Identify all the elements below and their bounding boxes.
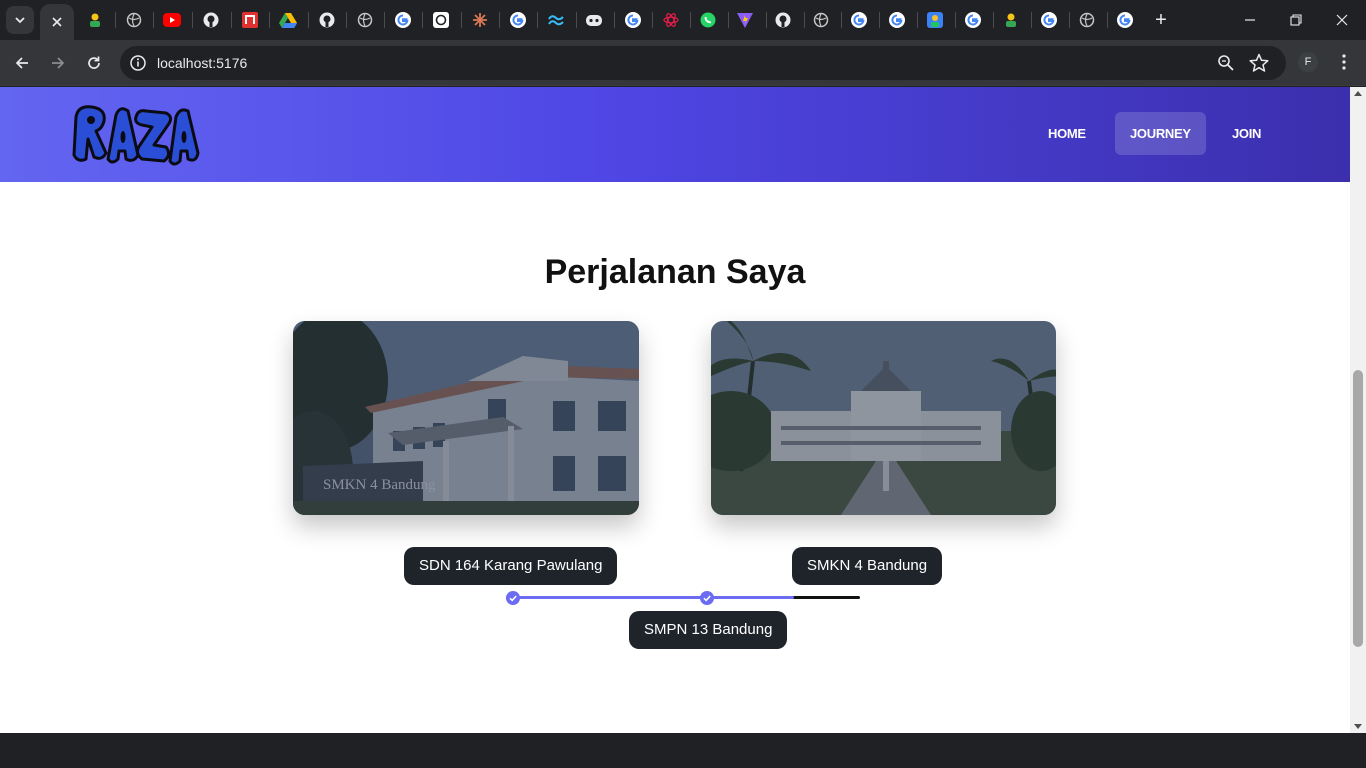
menu-kebab-icon[interactable]: [1334, 51, 1354, 73]
bot-icon[interactable]: [585, 11, 603, 29]
scroll-up-arrow-icon[interactable]: [1354, 91, 1362, 96]
tailwind-icon[interactable]: [547, 11, 565, 29]
gedung-sate-photo: [711, 321, 1056, 515]
timeline-label-sdn164[interactable]: SDN 164 Karang Pawulang: [404, 547, 618, 585]
google-icon[interactable]: [624, 11, 642, 29]
address-bar[interactable]: localhost:5176: [120, 46, 1286, 80]
zoom-icon[interactable]: [1216, 53, 1236, 73]
scrollbar-thumb[interactable]: [1353, 370, 1363, 647]
person-icon[interactable]: [926, 11, 944, 29]
profile-avatar[interactable]: F: [1298, 52, 1318, 72]
active-tab[interactable]: [40, 4, 74, 40]
close-icon[interactable]: [52, 17, 62, 27]
globe-icon[interactable]: [812, 11, 830, 29]
minimize-icon[interactable]: [1238, 8, 1262, 32]
react-icon[interactable]: [662, 11, 680, 29]
youtube-icon[interactable]: [163, 11, 181, 29]
google-icon[interactable]: [888, 11, 906, 29]
google-icon[interactable]: [964, 11, 982, 29]
raza-logo[interactable]: [70, 103, 202, 169]
school-building-photo: SMKN 4 Bandung: [293, 321, 639, 515]
github-icon[interactable]: [202, 11, 220, 29]
google-icon[interactable]: [509, 11, 527, 29]
claude-icon[interactable]: [471, 11, 489, 29]
google-icon[interactable]: [850, 11, 868, 29]
url-text[interactable]: localhost:5176: [157, 55, 247, 71]
tab-search-button[interactable]: [6, 6, 34, 34]
notion-icon[interactable]: [241, 11, 259, 29]
site-header: HOME JOURNEY JOIN: [0, 87, 1350, 182]
new-tab-button[interactable]: +: [1151, 10, 1171, 30]
journey-card-gedung-sate[interactable]: [711, 321, 1056, 515]
check-icon: [506, 591, 520, 605]
globe-icon[interactable]: [125, 11, 143, 29]
nav-journey-link[interactable]: JOURNEY: [1115, 112, 1206, 155]
github-icon[interactable]: [318, 11, 336, 29]
check-icon: [700, 591, 714, 605]
back-arrow-icon[interactable]: [9, 50, 35, 76]
person-icon[interactable]: [86, 11, 104, 29]
globe-icon[interactable]: [1078, 11, 1096, 29]
reload-icon[interactable]: [81, 50, 107, 76]
whatsapp-icon[interactable]: [699, 11, 717, 29]
restore-icon[interactable]: [1284, 8, 1308, 32]
timeline-label-smpn13[interactable]: SMPN 13 Bandung: [629, 611, 788, 649]
page-viewport: HOME JOURNEY JOIN Perjalanan Saya SMKN 4…: [0, 87, 1350, 733]
nav-home-link[interactable]: HOME: [1033, 112, 1101, 155]
google-icon[interactable]: [394, 11, 412, 29]
google-icon[interactable]: [1116, 11, 1134, 29]
forward-arrow-icon[interactable]: [45, 50, 71, 76]
close-window-icon[interactable]: [1330, 8, 1354, 32]
page-scrollbar[interactable]: [1350, 87, 1366, 733]
github-icon[interactable]: [774, 11, 792, 29]
bookmark-star-icon[interactable]: [1248, 52, 1270, 74]
person-icon[interactable]: [1002, 11, 1020, 29]
timeline-label-smkn4[interactable]: SMKN 4 Bandung: [792, 547, 943, 585]
tab-strip: +: [0, 0, 1366, 40]
vite-icon[interactable]: [736, 11, 754, 29]
site-info-icon[interactable]: [128, 53, 148, 73]
globe-icon[interactable]: [356, 11, 374, 29]
openai-icon[interactable]: [432, 11, 450, 29]
page-title: Perjalanan Saya: [544, 253, 806, 291]
chevron-down-icon: [15, 17, 25, 24]
nav-join-link[interactable]: JOIN: [1217, 112, 1276, 155]
journey-card-smkn4[interactable]: SMKN 4 Bandung: [293, 321, 639, 515]
timeline-progress: [512, 596, 794, 599]
google-icon[interactable]: [1040, 11, 1058, 29]
scroll-down-arrow-icon[interactable]: [1354, 724, 1362, 729]
browser-toolbar: localhost:5176 F: [0, 40, 1366, 86]
bottom-area: [0, 733, 1366, 768]
drive-icon[interactable]: [279, 11, 297, 29]
